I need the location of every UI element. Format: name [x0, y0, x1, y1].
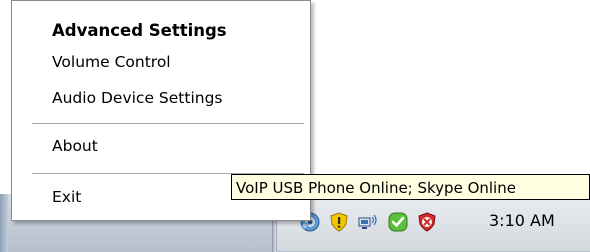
menu-separator [32, 123, 304, 124]
menu-item-audio-device-settings[interactable]: Audio Device Settings [52, 89, 223, 107]
taskbar-start-edge [0, 194, 8, 252]
skype-online-icon[interactable] [387, 211, 409, 233]
tray-clock[interactable]: 3:10 AM [489, 211, 555, 230]
network-connection-icon[interactable] [357, 211, 379, 233]
antivirus-shield-icon[interactable] [416, 211, 438, 233]
menu-item-about[interactable]: About [52, 137, 98, 155]
security-shield-icon[interactable] [328, 211, 350, 233]
menu-item-advanced-settings[interactable]: Advanced Settings [52, 21, 227, 40]
menu-item-volume-control[interactable]: Volume Control [52, 53, 171, 71]
system-tray: 3:10 AM [276, 193, 590, 251]
menu-item-exit[interactable]: Exit [52, 188, 81, 206]
tray-tooltip: VoIP USB Phone Online; Skype Online [231, 174, 590, 200]
